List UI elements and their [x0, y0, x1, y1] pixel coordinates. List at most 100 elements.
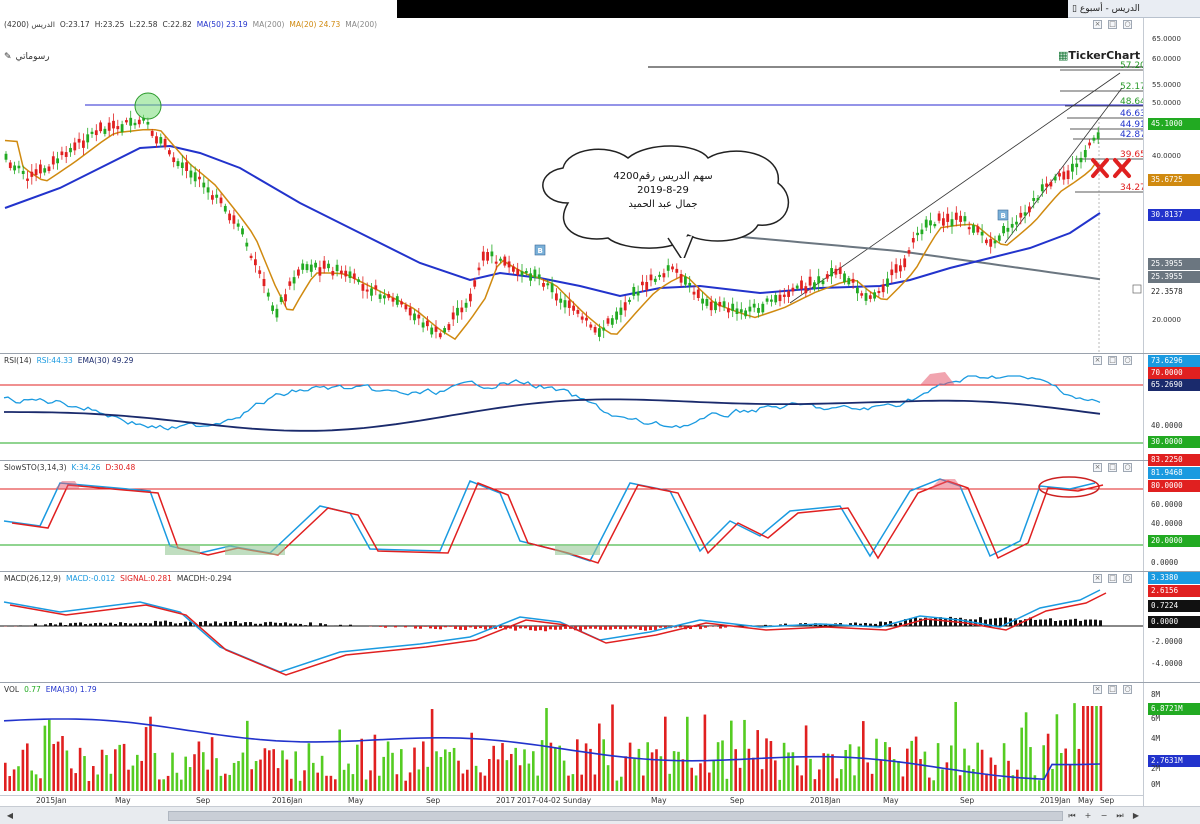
- volume-bar: [439, 756, 443, 791]
- macd-histogram-bar: [139, 622, 142, 626]
- volume-bar: [633, 759, 636, 791]
- maximize-icon[interactable]: □: [1108, 463, 1117, 472]
- settings-icon[interactable]: ○: [1123, 463, 1132, 472]
- zoom-in-icon[interactable]: +: [1082, 810, 1094, 822]
- price-axis[interactable]: 65.000060.000055.000050.000045.000040.00…: [1143, 18, 1200, 353]
- sto-value-tag: 20.0000: [1148, 535, 1200, 547]
- candle-body: [1053, 176, 1057, 181]
- scroll-left-icon[interactable]: ◀: [4, 810, 16, 822]
- sto-chart-canvas[interactable]: [0, 461, 1143, 571]
- time-axis[interactable]: 2015Jan May Sep 2016Jan May Sep 2017 2017-04-02…: [0, 795, 1143, 806]
- candle-body: [1045, 183, 1048, 187]
- scrollbar-thumb[interactable]: [168, 811, 1063, 821]
- maximize-icon[interactable]: □: [1108, 356, 1117, 365]
- price-pane[interactable]: الدريس (4200) O:23.17 H:23.25 L:22.58 C:22.8…: [0, 18, 1168, 353]
- horizontal-scrollbar[interactable]: ◀ ⏮ + − ⏭ ▶: [0, 806, 1200, 824]
- macd-value-tag: 2.6156: [1148, 585, 1200, 597]
- candle-body: [825, 274, 829, 279]
- candle-body: [77, 138, 81, 143]
- time-axis-label: May: [883, 796, 899, 805]
- rsi-axis[interactable]: 73.6296 70.0000 65.2690 40.0000 30.0000: [1143, 354, 1200, 460]
- scroll-end-icon[interactable]: ⏭: [1114, 810, 1126, 822]
- rsi-value-tag: 73.6296: [1148, 355, 1200, 367]
- settings-icon[interactable]: ○: [1123, 685, 1132, 694]
- volume-bar: [532, 751, 535, 791]
- macd-histogram-bar: [874, 623, 877, 626]
- scroll-right-icon[interactable]: ▶: [1130, 810, 1142, 822]
- volume-bar: [65, 750, 69, 791]
- volume-bar: [430, 709, 434, 791]
- volume-bar: [752, 757, 755, 791]
- maximize-icon[interactable]: □: [1108, 685, 1117, 694]
- macd-chart-canvas[interactable]: [0, 572, 1143, 682]
- volume-axis[interactable]: 8M 6.8721M 6M 4M 2.7631M 2M 0M: [1143, 683, 1200, 795]
- macd-value-tag: -4.0000: [1151, 659, 1183, 668]
- time-axis-label: 2017-04-02 Sunday: [517, 796, 592, 805]
- fib-level-label: 42.87: [1120, 130, 1143, 140]
- rsi-pane[interactable]: RSI(14) RSI:44.33 EMA(30) 49.29 × □ ○: [0, 354, 1143, 460]
- macd-histogram-bar: [514, 626, 517, 631]
- candle-body: [911, 238, 915, 243]
- close-icon[interactable]: ×: [1093, 685, 1102, 694]
- volume-bar: [180, 779, 183, 791]
- macd-histogram-bar: [484, 626, 487, 630]
- volume-bar: [144, 727, 148, 791]
- candle-body: [112, 120, 115, 129]
- volume-bar: [426, 766, 429, 791]
- zoom-out-icon[interactable]: −: [1098, 810, 1110, 822]
- close-icon[interactable]: ×: [1093, 356, 1102, 365]
- volume-bar: [74, 773, 77, 791]
- sto-pane[interactable]: SlowSTO(3,14,3) K:34.26 D:30.48 × □ ○: [0, 461, 1143, 571]
- maximize-icon[interactable]: □: [1108, 20, 1117, 29]
- macd-histogram-bar: [419, 626, 422, 629]
- candle-body: [228, 213, 231, 221]
- close-icon[interactable]: ×: [1093, 463, 1102, 472]
- volume-bar: [470, 732, 473, 791]
- candle-body: [447, 324, 451, 330]
- volume-chart-canvas[interactable]: [0, 683, 1143, 795]
- volume-bar: [897, 761, 900, 791]
- scroll-start-icon[interactable]: ⏮: [1066, 810, 1078, 822]
- candle-body: [279, 297, 283, 302]
- candle-body: [899, 265, 902, 272]
- volume-bar: [659, 756, 663, 791]
- volume-bar: [448, 751, 451, 791]
- candle-body: [361, 284, 365, 291]
- close-icon[interactable]: ×: [1093, 574, 1102, 583]
- macd-histogram-bar: [179, 623, 182, 626]
- window-title[interactable]: ▯ الدريس - أسبوع: [1068, 0, 1200, 18]
- rsi-chart-canvas[interactable]: [0, 354, 1143, 460]
- macd-axis[interactable]: 3.3380 2.6156 0.7224 0.0000 -2.0000 -4.0000: [1143, 572, 1200, 682]
- macd-histogram-bar: [154, 620, 157, 626]
- close-icon[interactable]: ×: [1093, 20, 1102, 29]
- volume-bar: [958, 775, 962, 791]
- volume-bar: [114, 749, 117, 791]
- candle-body: [464, 302, 468, 308]
- candle-body: [864, 293, 868, 301]
- volume-bar: [109, 773, 113, 791]
- candle-body: [284, 294, 287, 302]
- macd-histogram-bar: [1064, 620, 1067, 626]
- volume-bar: [562, 760, 566, 791]
- volume-bar: [694, 775, 698, 791]
- volume-bar: [1042, 745, 1045, 791]
- volume-bar: [1055, 714, 1059, 791]
- settings-icon[interactable]: ○: [1123, 574, 1132, 583]
- candle-body: [348, 271, 352, 279]
- candle-body: [666, 265, 670, 271]
- top-left-strip: [0, 0, 397, 18]
- macd-histogram-bar: [174, 623, 177, 626]
- settings-icon[interactable]: ○: [1123, 20, 1132, 29]
- macd-pane[interactable]: MACD(26,12,9) MACD:-0.012 SIGNAL:0.281 MACD…: [0, 572, 1143, 682]
- maximize-icon[interactable]: □: [1108, 574, 1117, 583]
- macd-histogram-bar: [594, 626, 597, 629]
- volume-pane[interactable]: VOL 0.77 EMA(30) 1.79 × □ ○: [0, 683, 1143, 795]
- macd-histogram-bar: [414, 626, 417, 629]
- volume-bar: [747, 748, 751, 791]
- volume-bar: [435, 751, 438, 791]
- volume-bar: [602, 739, 605, 791]
- settings-icon[interactable]: ○: [1123, 356, 1132, 365]
- sto-axis[interactable]: 83.2250 81.9468 80.0000 60.0000 40.0000 20.00…: [1143, 454, 1200, 571]
- macd-histogram-bar: [719, 626, 722, 629]
- volume-bar: [514, 747, 517, 791]
